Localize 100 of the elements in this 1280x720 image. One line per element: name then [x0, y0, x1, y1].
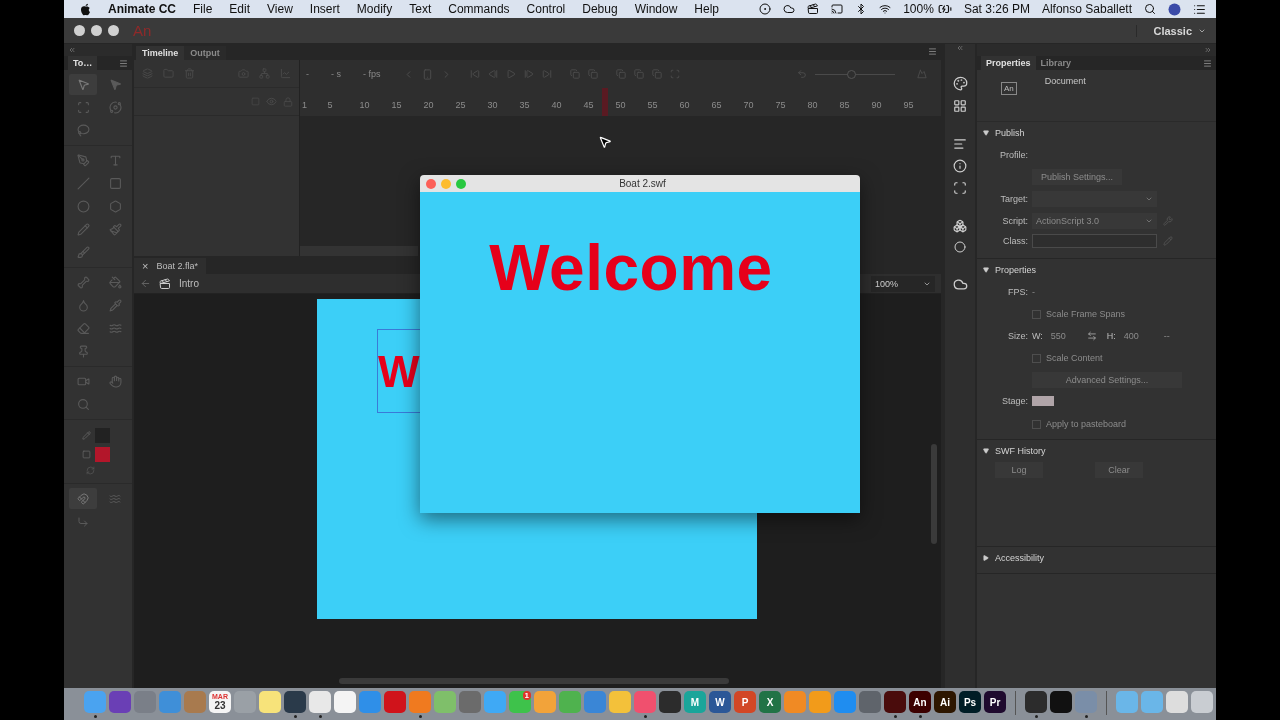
edit-frames-icon[interactable]	[651, 69, 662, 79]
palette-icon[interactable]	[952, 76, 968, 91]
app-icon[interactable]: 1	[509, 691, 531, 713]
swap-colors-icon[interactable]	[86, 466, 95, 475]
app-icon[interactable]	[284, 691, 306, 713]
stage-color-swatch[interactable]	[1032, 396, 1054, 406]
zoom-button[interactable]	[108, 25, 119, 36]
menu-item[interactable]: Insert	[309, 2, 340, 16]
section-header[interactable]: Properties	[977, 259, 1216, 281]
app-icon[interactable]: X	[759, 691, 781, 713]
panel-tab[interactable]: To…	[68, 56, 98, 70]
clock[interactable]: Sat 3:26 PM	[963, 2, 1030, 16]
settings-button[interactable]: Advanced Settings...	[1032, 372, 1182, 388]
scene-name[interactable]: Intro	[179, 278, 199, 289]
section-header[interactable]: Publish	[977, 122, 1216, 144]
menu-item[interactable]: Text	[409, 2, 432, 16]
wifi-icon[interactable]	[879, 3, 892, 15]
clapperboard-icon[interactable]	[807, 3, 820, 15]
menu-item[interactable]: Commands	[448, 2, 510, 16]
play-icon[interactable]	[505, 69, 516, 79]
history-button[interactable]: Log	[995, 462, 1043, 478]
app-menu[interactable]: Animate CC	[108, 2, 176, 16]
scrollbar[interactable]	[339, 678, 729, 684]
section-header[interactable]: SWF History	[977, 440, 1216, 462]
cloud-icon[interactable]	[783, 3, 796, 15]
app-icon[interactable]: Pr	[984, 691, 1006, 713]
time-readout[interactable]: - s	[331, 69, 341, 79]
app-icon[interactable]	[309, 691, 331, 713]
panel-tab[interactable]: Properties	[981, 56, 1036, 70]
siri-icon[interactable]	[1168, 2, 1181, 16]
last-frame-icon[interactable]	[541, 69, 552, 79]
menu-item[interactable]: Debug	[582, 2, 618, 16]
keyframe-icon[interactable]	[421, 68, 433, 80]
close-button[interactable]	[74, 25, 85, 36]
airplay-icon[interactable]	[831, 3, 844, 15]
playhead[interactable]	[602, 88, 608, 116]
option-button[interactable]	[69, 488, 97, 509]
frame-ruler[interactable]: 1 5 10 15 20 25 30 35 40 45 50 55 60 65 70 75 80 85 90 95	[300, 88, 941, 116]
apple-icon[interactable]	[80, 2, 91, 16]
height-value[interactable]: 400	[1123, 331, 1164, 341]
menu-item[interactable]: Modify	[356, 2, 393, 16]
undo-icon[interactable]	[797, 69, 807, 79]
loop-icon[interactable]	[569, 69, 580, 79]
cloud-icon[interactable]	[952, 277, 968, 292]
app-icon[interactable]: Ps	[959, 691, 981, 713]
menu-item[interactable]: File	[193, 2, 213, 16]
menu-item[interactable]: Edit	[229, 2, 251, 16]
menu-item[interactable]: Help	[694, 2, 719, 16]
frame-readout[interactable]: -	[306, 69, 309, 79]
scrollbar[interactable]	[931, 444, 937, 544]
minimize-button[interactable]	[91, 25, 102, 36]
hierarchy-icon[interactable]	[259, 68, 270, 79]
input-field[interactable]	[1032, 234, 1157, 248]
panel-tab[interactable]: Timeline	[136, 46, 185, 60]
components-icon[interactable]	[953, 219, 967, 233]
list-icon[interactable]	[1193, 2, 1206, 16]
history-button[interactable]: Clear	[1095, 462, 1143, 478]
app-icon[interactable]: An	[909, 691, 931, 713]
close-button[interactable]: ×	[142, 260, 149, 272]
app-icon[interactable]: P	[734, 691, 756, 713]
mountain-icon[interactable]	[917, 69, 927, 79]
dropdown[interactable]	[1032, 191, 1157, 207]
back-icon[interactable]	[140, 278, 151, 289]
app-icon[interactable]	[1050, 691, 1072, 713]
app-icon[interactable]: Ai	[934, 691, 956, 713]
color-swatch[interactable]	[95, 447, 110, 462]
pencil-icon[interactable]	[1163, 236, 1173, 246]
menu-icon[interactable]	[928, 47, 937, 56]
battery-icon[interactable]	[937, 2, 952, 16]
fps-readout[interactable]: - fps	[363, 69, 381, 79]
workspace-switcher[interactable]: Classic	[1136, 24, 1206, 37]
tool-button[interactable]	[69, 74, 97, 95]
record-icon[interactable]	[759, 3, 772, 15]
app-icon[interactable]	[884, 691, 906, 713]
dropdown[interactable]: ActionScript 3.0	[1032, 213, 1157, 229]
grid-icon[interactable]	[953, 99, 967, 113]
collapse-icon[interactable]	[68, 46, 76, 54]
document-tab[interactable]: Boat 2.fla*	[156, 261, 198, 271]
step-forward-icon[interactable]	[523, 69, 534, 79]
center-frame-icon[interactable]	[587, 69, 598, 79]
field-value[interactable]: -	[1032, 287, 1035, 297]
wrench-icon[interactable]	[1163, 216, 1173, 226]
app-icon[interactable]	[659, 691, 681, 713]
width-value[interactable]: 550	[1050, 331, 1087, 341]
menu-item[interactable]: Control	[526, 2, 566, 16]
user-name[interactable]: Alfonso Saballett	[1041, 2, 1132, 16]
onion-outline-icon[interactable]	[633, 69, 644, 79]
menu-icon[interactable]	[1203, 58, 1212, 68]
step-back-icon[interactable]	[487, 69, 498, 79]
menu-icon[interactable]	[119, 58, 128, 68]
info-icon[interactable]	[953, 159, 967, 173]
zoom-dropdown[interactable]: 100%	[871, 275, 935, 292]
slider-thumb[interactable]	[847, 69, 856, 79]
app-icon[interactable]: W	[709, 691, 731, 713]
collapse-icon[interactable]	[1204, 46, 1212, 54]
checkbox[interactable]	[1032, 353, 1041, 363]
onion-skin-icon[interactable]	[615, 69, 626, 79]
search-icon[interactable]	[1144, 3, 1156, 15]
transform-icon[interactable]	[953, 181, 967, 195]
panel-tab[interactable]: Output	[184, 46, 226, 60]
